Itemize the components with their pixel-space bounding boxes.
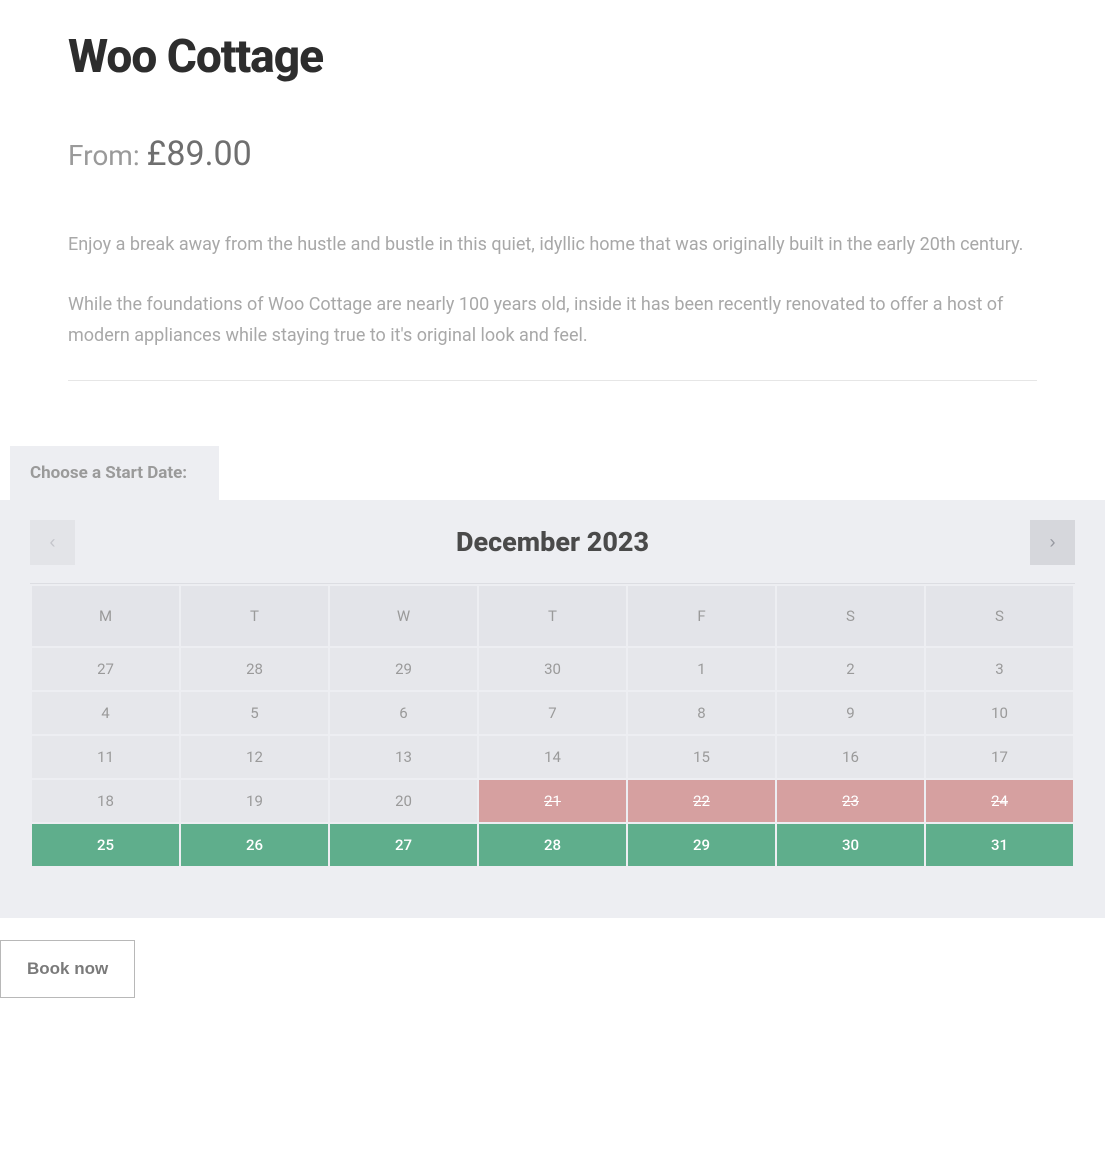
divider — [68, 380, 1037, 381]
price-line: From: £89.00 — [68, 134, 1037, 174]
calendar-weekday-header: T — [181, 586, 328, 646]
chevron-right-icon: › — [1050, 532, 1056, 553]
calendar-day-cell: 4 — [32, 692, 179, 734]
page-title: Woo Cottage — [68, 30, 1037, 84]
prev-month-button[interactable]: ‹ — [30, 520, 75, 565]
calendar-day-cell[interactable]: 28 — [479, 824, 626, 866]
description-paragraph: While the foundations of Woo Cottage are… — [68, 289, 1037, 352]
calendar-day-cell: 5 — [181, 692, 328, 734]
calendar-day-cell: 29 — [330, 648, 477, 690]
calendar-day-cell: 21 — [479, 780, 626, 822]
price-prefix: From: — [68, 139, 147, 172]
calendar-weekday-header: W — [330, 586, 477, 646]
calendar-day-cell: 18 — [32, 780, 179, 822]
book-now-button[interactable]: Book now — [0, 940, 135, 998]
calendar-weekday-header: S — [926, 586, 1073, 646]
calendar-day-cell: 17 — [926, 736, 1073, 778]
calendar-day-cell: 9 — [777, 692, 924, 734]
calendar-table: MTWTFSS 27282930123456789101112131415161… — [30, 584, 1075, 868]
description-paragraph: Enjoy a break away from the hustle and b… — [68, 229, 1037, 261]
calendar-day-cell[interactable]: 27 — [330, 824, 477, 866]
calendar-weekday-header: F — [628, 586, 775, 646]
calendar-day-cell: 13 — [330, 736, 477, 778]
calendar-day-cell: 24 — [926, 780, 1073, 822]
calendar-day-cell: 16 — [777, 736, 924, 778]
calendar-day-cell: 8 — [628, 692, 775, 734]
calendar-day-cell: 19 — [181, 780, 328, 822]
calendar-day-cell: 23 — [777, 780, 924, 822]
calendar-day-cell: 3 — [926, 648, 1073, 690]
calendar-panel: ‹ December 2023 › MTWTFSS 27282930123456… — [0, 500, 1105, 918]
calendar-day-cell[interactable]: 29 — [628, 824, 775, 866]
calendar-day-cell: 11 — [32, 736, 179, 778]
calendar-tab[interactable]: Choose a Start Date: — [10, 446, 219, 500]
chevron-left-icon: ‹ — [50, 532, 56, 553]
price-amount: £89.00 — [147, 134, 252, 174]
calendar-day-cell: 10 — [926, 692, 1073, 734]
calendar-day-cell[interactable]: 26 — [181, 824, 328, 866]
calendar-day-cell: 2 — [777, 648, 924, 690]
calendar-weekday-header: T — [479, 586, 626, 646]
calendar-day-cell: 27 — [32, 648, 179, 690]
calendar-day-cell: 20 — [330, 780, 477, 822]
calendar-day-cell: 30 — [479, 648, 626, 690]
calendar-month-label: December 2023 — [75, 526, 1030, 558]
calendar-day-cell: 28 — [181, 648, 328, 690]
product-description: Enjoy a break away from the hustle and b… — [68, 229, 1037, 352]
calendar-day-cell: 6 — [330, 692, 477, 734]
calendar-weekday-header: M — [32, 586, 179, 646]
next-month-button[interactable]: › — [1030, 520, 1075, 565]
calendar-day-cell[interactable]: 25 — [32, 824, 179, 866]
calendar-day-cell[interactable]: 30 — [777, 824, 924, 866]
calendar-weekday-header: S — [777, 586, 924, 646]
calendar-day-cell: 15 — [628, 736, 775, 778]
calendar-day-cell: 14 — [479, 736, 626, 778]
calendar-day-cell: 12 — [181, 736, 328, 778]
calendar-day-cell[interactable]: 31 — [926, 824, 1073, 866]
calendar-day-cell: 7 — [479, 692, 626, 734]
calendar-day-cell: 1 — [628, 648, 775, 690]
calendar-day-cell: 22 — [628, 780, 775, 822]
